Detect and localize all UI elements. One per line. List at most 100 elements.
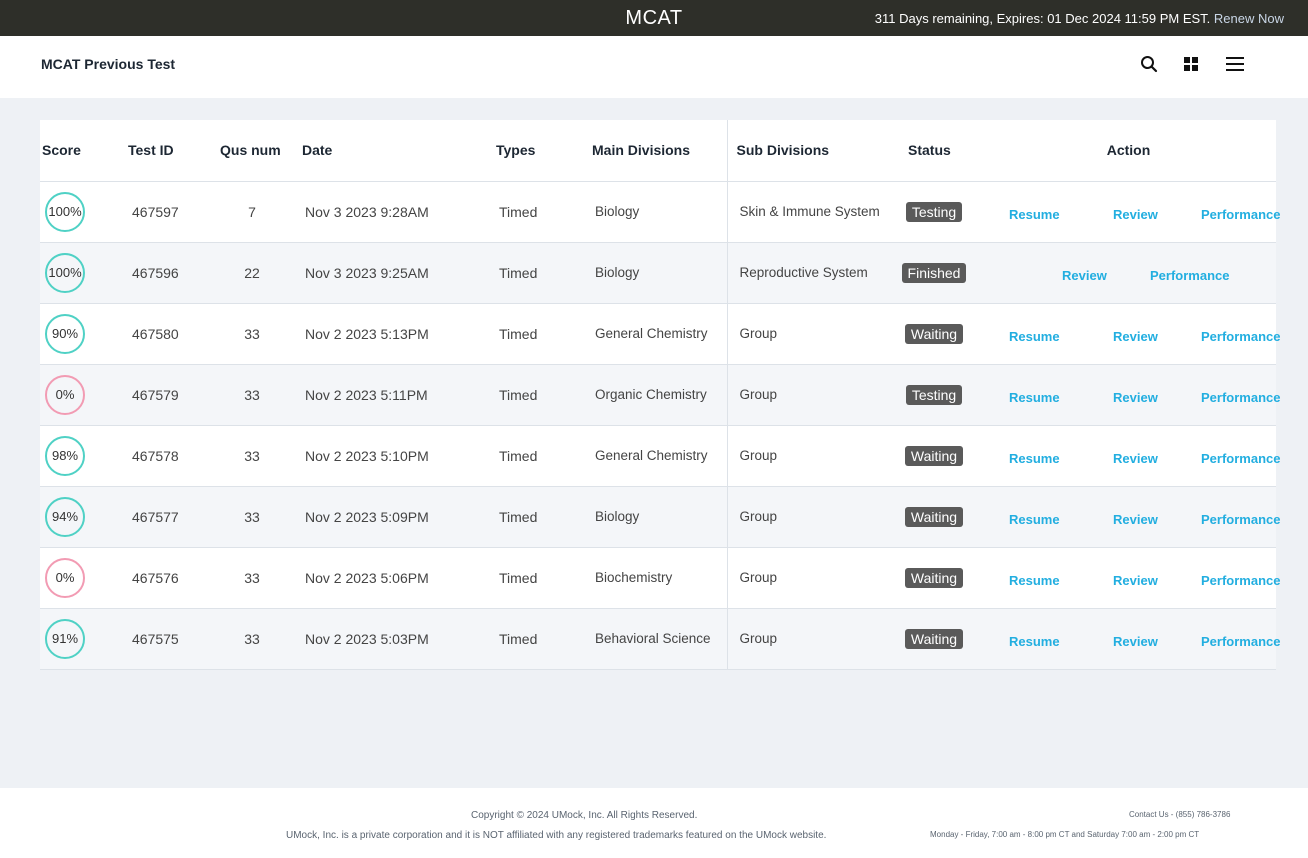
search-icon[interactable] [1138,53,1160,75]
score-ring: 91% [45,618,85,659]
test-id-cell: 467576 [120,547,206,609]
main-division-cell: General Chemistry [586,303,727,365]
status-badge: Waiting [904,506,964,527]
resume-link[interactable]: Resume [1009,329,1060,344]
review-link[interactable]: Review [1113,207,1158,222]
status-badge: Waiting [904,445,964,466]
column-header-test-id[interactable]: Test ID [120,120,206,182]
date-cell: Nov 2 2023 5:13PM [298,303,490,365]
review-link[interactable]: Review [1113,512,1158,527]
footer-disclaimer: UMock, Inc. is a private corporation and… [286,830,827,841]
performance-link[interactable]: Performance [1201,451,1280,466]
status-cell: Waiting [887,303,981,365]
review-link[interactable]: Review [1062,268,1107,283]
review-link[interactable]: Review [1113,390,1158,405]
score-cell: 98% [40,425,120,487]
review-link[interactable]: Review [1113,573,1158,588]
main-division-cell: Biochemistry [586,547,727,609]
review-link[interactable]: Review [1113,451,1158,466]
sub-division-cell: Group [726,486,887,548]
main-division-cell: General Chemistry [586,425,727,487]
action-cell: Resume Review Performance [981,364,1280,426]
column-header-status[interactable]: Status [887,120,981,182]
type-cell: Timed [490,608,586,670]
table-row: 100% 467597 7 Nov 3 2023 9:28AM Timed Biology… [40,181,1280,243]
type-cell: Timed [490,242,586,304]
column-header-score[interactable]: Score [40,120,120,182]
resume-link[interactable]: Resume [1009,390,1060,405]
action-cell: Resume Review Performance [981,486,1280,548]
status-badge: Waiting [904,323,964,344]
test-id-cell: 467575 [120,608,206,670]
qus-num-cell: 22 [206,242,298,304]
score-cell: 91% [40,608,120,670]
column-header-types[interactable]: Types [490,120,586,182]
footer-contact[interactable]: Contact Us - (855) 786-3786 [1129,810,1230,819]
test-id-cell: 467578 [120,425,206,487]
score-ring: 98% [45,435,85,476]
date-cell: Nov 2 2023 5:10PM [298,425,490,487]
performance-link[interactable]: Performance [1201,390,1280,405]
table-row: 0% 467579 33 Nov 2 2023 5:11PM Timed Organic … [40,364,1280,426]
status-cell: Testing [887,181,981,243]
performance-link[interactable]: Performance [1201,573,1280,588]
status-cell: Waiting [887,425,981,487]
qus-num-cell: 33 [206,425,298,487]
date-cell: Nov 2 2023 5:11PM [298,364,490,426]
performance-link[interactable]: Performance [1150,268,1229,283]
resume-link[interactable]: Resume [1009,512,1060,527]
page-title: MCAT Previous Test [41,56,176,72]
top-bar: MCAT 311 Days remaining, Expires: 01 Dec… [0,0,1308,36]
footer-copyright: Copyright © 2024 UMock, Inc. All Rights … [471,810,698,821]
score-ring: 94% [45,496,85,537]
score-ring: 100% [45,252,85,293]
column-header-sub-divisions[interactable]: Sub Divisions [726,120,887,182]
table-row: 0% 467576 33 Nov 2 2023 5:06PM Timed Biochemi… [40,547,1280,609]
type-cell: Timed [490,486,586,548]
status-badge: Finished [901,262,967,283]
column-header-date[interactable]: Date [298,120,490,182]
renew-now-link[interactable]: Renew Now [1214,11,1284,26]
resume-link[interactable]: Resume [1009,573,1060,588]
type-cell: Timed [490,425,586,487]
type-cell: Timed [490,303,586,365]
score-cell: 90% [40,303,120,365]
action-cell: Resume Review Performance [981,181,1280,243]
status-cell: Finished [887,242,981,304]
action-cell: Review Performance [981,242,1276,304]
performance-link[interactable]: Performance [1201,329,1280,344]
action-cell: Resume Review Performance [981,303,1280,365]
type-cell: Timed [490,364,586,426]
score-ring: 100% [45,191,85,232]
review-link[interactable]: Review [1113,329,1158,344]
performance-link[interactable]: Performance [1201,634,1280,649]
date-cell: Nov 3 2023 9:28AM [298,181,490,243]
qus-num-cell: 33 [206,547,298,609]
sub-division-cell: Skin & Immune System [726,181,887,243]
column-header-qus-num[interactable]: Qus num [206,120,298,182]
main-division-cell: Biology [586,486,727,548]
main-division-cell: Biology [586,242,727,304]
resume-link[interactable]: Resume [1009,451,1060,466]
table-row: 91% 467575 33 Nov 2 2023 5:03PM Timed Behavio… [40,608,1280,670]
main-division-cell: Organic Chemistry [586,364,727,426]
test-id-cell: 467579 [120,364,206,426]
performance-link[interactable]: Performance [1201,512,1280,527]
page-header: MCAT Previous Test [0,36,1308,98]
score-ring: 90% [45,313,85,354]
menu-icon[interactable] [1224,53,1246,75]
resume-link[interactable]: Resume [1009,207,1060,222]
table-row: 100% 467596 22 Nov 3 2023 9:25AM Timed Biolog… [40,242,1276,304]
column-header-main-divisions[interactable]: Main Divisions [586,120,727,182]
sub-division-cell: Group [726,547,887,609]
qus-num-cell: 7 [206,181,298,243]
type-cell: Timed [490,547,586,609]
table-row: 94% 467577 33 Nov 2 2023 5:09PM Timed Biology… [40,486,1280,548]
status-badge: Waiting [904,628,964,649]
qus-num-cell: 33 [206,608,298,670]
resume-link[interactable]: Resume [1009,634,1060,649]
grid-icon[interactable] [1180,53,1202,75]
review-link[interactable]: Review [1113,634,1158,649]
performance-link[interactable]: Performance [1201,207,1280,222]
status-badge: Waiting [904,567,964,588]
